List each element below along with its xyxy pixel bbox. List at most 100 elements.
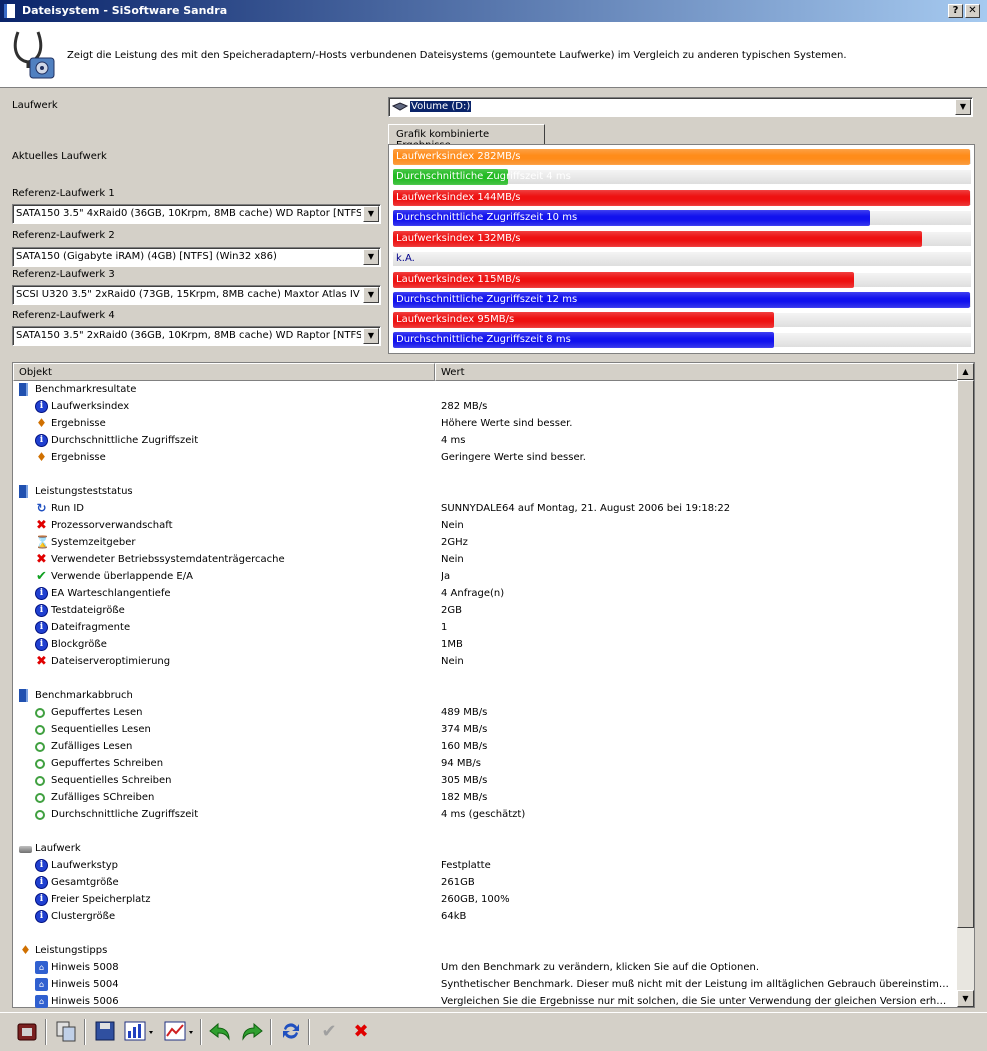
column-header-value[interactable]: Wert bbox=[435, 363, 958, 381]
ref-drive-3-select[interactable]: SCSI U320 3.5" 2xRaid0 (73GB, 15Krpm, 8M… bbox=[12, 285, 381, 305]
list-item[interactable]: Gepuffertes Schreiben 94 MB/s bbox=[13, 756, 958, 773]
list-item[interactable]: ✖ Verwendeter Betriebssystemdatenträgerca… bbox=[13, 552, 958, 569]
book-icon bbox=[19, 689, 28, 702]
forward-icon[interactable] bbox=[239, 1019, 265, 1045]
refresh-arrows-icon bbox=[283, 1023, 299, 1039]
list-item[interactable]: Zufälliges Lesen 160 MB/s bbox=[13, 739, 958, 756]
list-item[interactable]: Benchmarkabbruch bbox=[13, 688, 958, 705]
list-item-name: Sequentielles Lesen bbox=[51, 724, 151, 735]
list-item[interactable]: i Blockgröße 1MB bbox=[13, 637, 958, 654]
arrow-back-icon bbox=[209, 1022, 230, 1041]
list-item-name: Hinweis 5004 bbox=[51, 979, 119, 990]
list-item[interactable]: ↻ Run ID SUNNYDALE64 auf Montag, 21. Augus… bbox=[13, 501, 958, 518]
close-report-icon[interactable] bbox=[14, 1019, 40, 1045]
bottom-toolbar: ✔ ✖ bbox=[0, 1012, 987, 1050]
list-item[interactable]: Laufwerk bbox=[13, 841, 958, 858]
ref-drive-4-select[interactable]: SATA150 3.5" 2xRaid0 (36GB, 10Krpm, 8MB … bbox=[12, 326, 381, 346]
back-icon[interactable] bbox=[207, 1019, 233, 1045]
list-item-name: Laufwerkstyp bbox=[51, 860, 119, 871]
list-item-value: Nein bbox=[441, 656, 464, 667]
list-item[interactable]: ✔ Verwende überlappende E/A Ja bbox=[13, 569, 958, 586]
list-item-value: 374 MB/s bbox=[441, 724, 488, 735]
magnifier-icon bbox=[35, 776, 45, 786]
ref-drive-1-select[interactable]: SATA150 3.5" 4xRaid0 (36GB, 10Krpm, 8MB … bbox=[12, 204, 381, 224]
list-item-name: Hinweis 5008 bbox=[51, 962, 119, 973]
magnifier-icon bbox=[35, 708, 45, 718]
refresh-icon[interactable] bbox=[278, 1019, 304, 1045]
chart-bar-label: Laufwerksindex 282MB/s bbox=[396, 151, 521, 162]
column-header-object[interactable]: Objekt bbox=[13, 363, 435, 381]
list-item[interactable]: Zufälliges SChreiben 182 MB/s bbox=[13, 790, 958, 807]
results-list: Objekt Wert Benchmarkresultate i Laufwerks… bbox=[12, 362, 975, 1008]
magnifier-icon bbox=[35, 793, 45, 803]
list-item[interactable]: i Testdateigröße 2GB bbox=[13, 603, 958, 620]
chevron-down-icon[interactable]: ▼ bbox=[363, 206, 379, 222]
app-icon bbox=[4, 4, 15, 18]
chart-bar-label: Laufwerksindex 144MB/s bbox=[396, 192, 521, 203]
list-item-name: Zufälliges SChreiben bbox=[51, 792, 155, 803]
list-item[interactable]: ✖ Prozessorverwandschaft Nein bbox=[13, 518, 958, 535]
copy-icon[interactable] bbox=[53, 1019, 79, 1045]
chevron-down-icon[interactable]: ▼ bbox=[363, 328, 379, 344]
list-item[interactable]: i Clustergröße 64kB bbox=[13, 909, 958, 926]
list-item-value: Nein bbox=[441, 554, 464, 565]
scrollbar-thumb[interactable] bbox=[957, 380, 974, 928]
list-item[interactable]: i Laufwerksindex 282 MB/s bbox=[13, 399, 958, 416]
list-item-name: Gepuffertes Lesen bbox=[51, 707, 143, 718]
list-item[interactable]: i EA Warteschlangentiefe 4 Anfrage(n) bbox=[13, 586, 958, 603]
chart-bar-track bbox=[393, 252, 971, 266]
scroll-up-icon[interactable]: ▲ bbox=[957, 363, 974, 380]
chart-options-icon[interactable] bbox=[122, 1019, 156, 1045]
list-item[interactable]: i Gesamtgröße 261GB bbox=[13, 875, 958, 892]
list-item[interactable]: Leistungsteststatus bbox=[13, 484, 958, 501]
close-button[interactable]: ✕ bbox=[965, 4, 980, 18]
save-icon[interactable] bbox=[92, 1019, 118, 1045]
chevron-down-icon[interactable]: ▼ bbox=[363, 287, 379, 303]
toolbar-separator bbox=[45, 1019, 47, 1045]
tab-combined-chart[interactable]: Grafik kombinierte Ergebnisse bbox=[388, 124, 545, 151]
list-item[interactable]: i Dateifragmente 1 bbox=[13, 620, 958, 637]
list-item-value: 64kB bbox=[441, 911, 467, 922]
line-chart-icon bbox=[164, 1021, 193, 1041]
list-item[interactable]: ♦ Ergebnisse Höhere Werte sind besser. bbox=[13, 416, 958, 433]
list-item-name: Blockgröße bbox=[51, 639, 107, 650]
list-item[interactable]: ⌛ Systemzeitgeber 2GHz bbox=[13, 535, 958, 552]
list-item[interactable]: ♦ Ergebnisse Geringere Werte sind besser. bbox=[13, 450, 958, 467]
chart-bar-label: Durchschnittliche Zugriffszeit 10 ms bbox=[396, 212, 578, 223]
list-item[interactable]: ⌂ Hinweis 5004 Synthetischer Benchmark. Di… bbox=[13, 977, 958, 994]
list-item-value: Um den Benchmark zu verändern, klicken S… bbox=[441, 962, 760, 973]
list-item[interactable]: Sequentielles Schreiben 305 MB/s bbox=[13, 773, 958, 790]
list-item[interactable]: i Laufwerkstyp Festplatte bbox=[13, 858, 958, 875]
chevron-down-icon[interactable]: ▼ bbox=[363, 249, 379, 265]
list-item[interactable]: ✖ Dateiserveroptimierung Nein bbox=[13, 654, 958, 671]
list-item[interactable]: ⌂ Hinweis 5008 Um den Benchmark zu verände… bbox=[13, 960, 958, 977]
ref-drive-2-label: Referenz-Laufwerk 2 bbox=[12, 230, 115, 241]
list-item-name: Gesamtgröße bbox=[51, 877, 119, 888]
list-item-name: Verwende überlappende E/A bbox=[51, 571, 193, 582]
drive-icon bbox=[392, 102, 408, 111]
list-item[interactable]: Gepuffertes Lesen 489 MB/s bbox=[13, 705, 958, 722]
drive-select[interactable]: Volume (D:) ▼ bbox=[388, 97, 973, 117]
list-item[interactable]: ⌂ Hinweis 5006 Vergleichen Sie die Ergebni… bbox=[13, 994, 958, 1011]
ref-drive-3-value: SCSI U320 3.5" 2xRaid0 (73GB, 15Krpm, 8M… bbox=[16, 289, 361, 300]
list-item[interactable]: Benchmarkresultate bbox=[13, 382, 958, 399]
list-item[interactable]: Sequentielles Lesen 374 MB/s bbox=[13, 722, 958, 739]
graph-options-icon[interactable] bbox=[162, 1019, 196, 1045]
list-item[interactable]: i Durchschnittliche Zugriffszeit 4 ms bbox=[13, 433, 958, 450]
vertical-scrollbar[interactable]: ▲ ▼ bbox=[957, 363, 974, 1007]
list-item[interactable]: Durchschnittliche Zugriffszeit 4 ms (gesc… bbox=[13, 807, 958, 824]
chevron-down-icon[interactable]: ▼ bbox=[955, 99, 971, 115]
lightbulb-icon: ♦ bbox=[20, 943, 31, 957]
help-button[interactable]: ? bbox=[948, 4, 963, 18]
list-item[interactable]: ♦ Leistungstipps bbox=[13, 943, 958, 960]
cross-icon: ✖ bbox=[36, 518, 47, 533]
scroll-down-icon[interactable]: ▼ bbox=[957, 990, 974, 1007]
list-item[interactable]: i Freier Speicherplatz 260GB, 100% bbox=[13, 892, 958, 909]
lightbulb-icon: ♦ bbox=[36, 450, 47, 464]
ok-icon[interactable]: ✔ bbox=[316, 1019, 342, 1045]
list-item-name: Prozessorverwandschaft bbox=[51, 520, 173, 531]
list-item-value: Nein bbox=[441, 520, 464, 531]
cancel-icon[interactable]: ✖ bbox=[348, 1019, 374, 1045]
ref-drive-2-select[interactable]: SATA150 (Gigabyte iRAM) (4GB) [NTFS] (Wi… bbox=[12, 247, 381, 267]
